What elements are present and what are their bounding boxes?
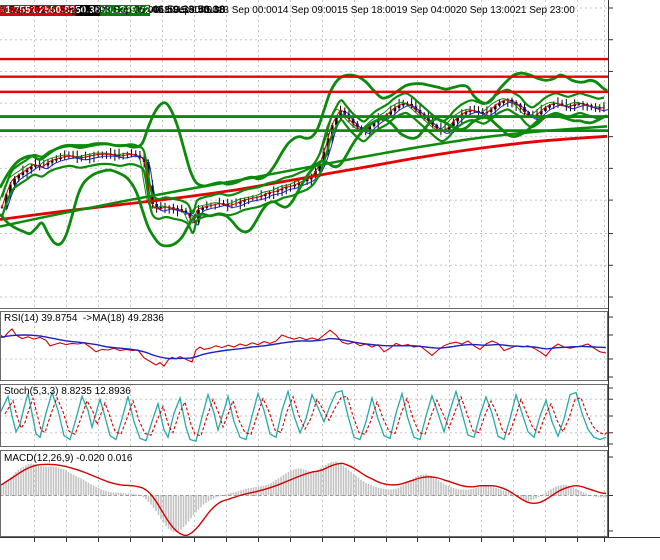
grid-lines [0, 0, 608, 537]
chart-canvas[interactable] [0, 0, 660, 560]
main-price-panel[interactable] [0, 57, 609, 248]
axis-tick-marks [34, 7, 613, 542]
macd-panel [0, 461, 608, 536]
band-outer-lower [0, 113, 608, 248]
trading-chart-window: ▼ CRUDE_X17,H1 50.43 50.46 50.33 50.38 R… [0, 0, 660, 560]
